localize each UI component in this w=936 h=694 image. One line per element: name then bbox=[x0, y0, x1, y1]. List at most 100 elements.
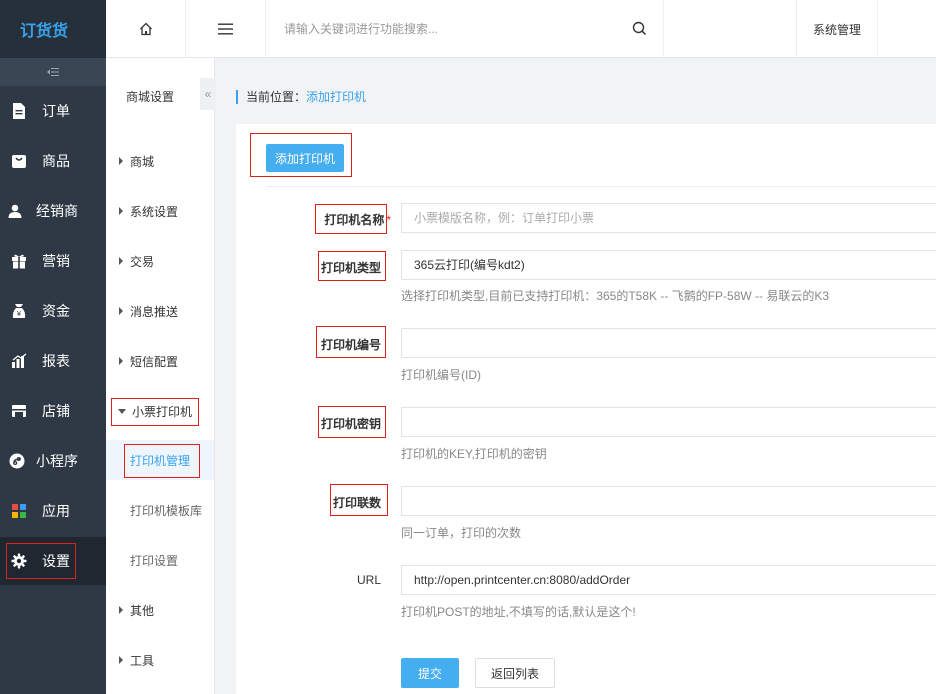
submenu-item-label: 商城 bbox=[130, 154, 155, 169]
required-mark: * bbox=[386, 213, 391, 227]
submenu-title: 商城设置 bbox=[126, 90, 175, 104]
breadcrumb-current[interactable]: 添加打印机 bbox=[306, 90, 366, 104]
printer-number-input[interactable] bbox=[401, 328, 936, 358]
submenu-item-sms[interactable]: 短信配置 bbox=[106, 346, 214, 376]
sidebar-item-distributors[interactable]: 经销商 bbox=[0, 187, 106, 235]
top-bar: 系统管理 bbox=[106, 0, 936, 58]
sidebar-item-store[interactable]: 店铺 bbox=[0, 387, 106, 435]
submenu-item-label: 消息推送 bbox=[130, 304, 179, 319]
form-panel: 添加打印机 打印机名称* 打印机类型 365云打印(编号kdt2) 选择打印机类… bbox=[236, 124, 936, 694]
system-management-button[interactable]: 系统管理 bbox=[796, 0, 878, 58]
sidebar-item-reports[interactable]: 报表 bbox=[0, 337, 106, 385]
submenu-item-label: 短信配置 bbox=[130, 354, 179, 369]
sidebar-item-label: 报表 bbox=[42, 353, 70, 369]
logo-area: 订货货 bbox=[0, 0, 106, 58]
printer-number-label: 打印机编号 bbox=[321, 338, 382, 352]
printer-key-label: 打印机密钥 bbox=[321, 417, 382, 431]
back-to-list-button[interactable]: 返回列表 bbox=[475, 658, 555, 688]
printer-name-label-text: 打印机名称 bbox=[324, 213, 385, 227]
bar-chart-icon bbox=[10, 352, 28, 370]
submenu-item-label: 工具 bbox=[130, 653, 155, 668]
highlight-box bbox=[6, 543, 76, 579]
sidebar-item-apps[interactable]: 应用 bbox=[0, 487, 106, 535]
sidebar-item-label: 商品 bbox=[42, 153, 70, 169]
double-chevron-left-icon: « bbox=[204, 87, 212, 101]
sidebar-item-label: 订单 bbox=[42, 103, 70, 119]
submenu-item-label: 系统设置 bbox=[130, 204, 179, 219]
main-sidebar: 订货货 订单 商品 经销商 营销 ¥ 资金 报表 店铺 小程序 应用 设置 bbox=[0, 0, 106, 694]
submenu-item-label: 其他 bbox=[130, 603, 155, 618]
submenu-item-trade[interactable]: 交易 bbox=[106, 246, 214, 276]
hamburger-icon bbox=[218, 23, 233, 35]
submenu-item-tools[interactable]: 工具 bbox=[106, 645, 214, 675]
printer-name-input[interactable] bbox=[401, 203, 936, 233]
sidebar-item-label: 经销商 bbox=[36, 203, 78, 219]
submenu-item-system-settings[interactable]: 系统设置 bbox=[106, 196, 214, 226]
submenu-item-mall[interactable]: 商城 bbox=[106, 146, 214, 176]
sidebar-item-miniprogram[interactable]: 小程序 bbox=[0, 437, 106, 485]
add-printer-button[interactable]: 添加打印机 bbox=[266, 144, 344, 172]
search-bar bbox=[266, 0, 664, 58]
submenu-subitem-template-library[interactable]: 打印机模板库 bbox=[106, 490, 214, 530]
sidebar-collapse-button[interactable] bbox=[0, 58, 106, 86]
caret-right-icon bbox=[119, 307, 123, 315]
search-icon[interactable] bbox=[632, 21, 647, 39]
submenu-subitem-label: 打印机模板库 bbox=[130, 503, 203, 518]
submit-button[interactable]: 提交 bbox=[401, 658, 459, 688]
svg-text:¥: ¥ bbox=[17, 310, 22, 318]
money-icon: ¥ bbox=[10, 302, 28, 320]
url-input[interactable] bbox=[401, 565, 936, 595]
caret-right-icon bbox=[119, 606, 123, 614]
bag-icon bbox=[10, 152, 28, 170]
menu-toggle-button[interactable] bbox=[186, 0, 266, 58]
collapse-icon bbox=[47, 68, 59, 76]
submenu-subitem-label: 打印机管理 bbox=[130, 453, 191, 468]
gift-icon bbox=[10, 252, 28, 270]
printer-type-select[interactable]: 365云打印(编号kdt2) bbox=[401, 250, 936, 280]
printer-name-label: 打印机名称 * bbox=[321, 211, 391, 228]
printer-key-hint: 打印机的KEY,打印机的密钥 bbox=[401, 447, 547, 461]
sidebar-item-funds[interactable]: ¥ 资金 bbox=[0, 287, 106, 335]
breadcrumb-prefix: 当前位置： bbox=[246, 90, 307, 104]
printer-type-hint: 选择打印机类型,目前已支持打印机：365的T58K -- 飞鹅的FP-58W -… bbox=[401, 289, 830, 303]
url-hint: 打印机POST的地址,不填写的话,默认是这个! bbox=[401, 605, 636, 619]
caret-down-icon bbox=[118, 408, 126, 414]
secondary-menu: 商城设置 « 商城 系统设置 交易 消息推送 短信配置 小票打印机 打印机管理 … bbox=[106, 58, 216, 694]
home-icon bbox=[139, 22, 152, 36]
user-icon bbox=[6, 202, 24, 220]
submenu-item-label: 小票打印机 bbox=[132, 404, 193, 419]
submenu-collapse-button[interactable]: « bbox=[200, 78, 216, 110]
print-copies-input[interactable] bbox=[401, 486, 936, 516]
caret-right-icon bbox=[119, 207, 123, 215]
divider bbox=[266, 186, 936, 187]
home-button[interactable] bbox=[106, 0, 186, 58]
document-icon bbox=[10, 102, 28, 120]
submenu-subitem-print-settings[interactable]: 打印设置 bbox=[106, 540, 214, 580]
caret-right-icon bbox=[119, 357, 123, 365]
store-icon bbox=[10, 402, 28, 420]
sidebar-item-label: 营销 bbox=[42, 253, 70, 269]
caret-right-icon bbox=[119, 656, 123, 664]
printer-key-input[interactable] bbox=[401, 407, 936, 437]
sidebar-item-products[interactable]: 商品 bbox=[0, 137, 106, 185]
submenu-item-receipt-printer[interactable]: 小票打印机 bbox=[106, 396, 214, 426]
submenu-item-other[interactable]: 其他 bbox=[106, 595, 214, 625]
sidebar-item-label: 店铺 bbox=[42, 403, 70, 419]
submenu-item-label: 交易 bbox=[130, 254, 155, 269]
submenu-subitem-label: 打印设置 bbox=[130, 553, 179, 568]
print-copies-label: 打印联数 bbox=[332, 496, 381, 510]
miniprogram-icon bbox=[8, 452, 26, 470]
search-input[interactable] bbox=[284, 18, 624, 40]
app-logo[interactable]: 订货货 bbox=[20, 17, 68, 41]
sidebar-item-label: 小程序 bbox=[36, 453, 78, 469]
sidebar-item-marketing[interactable]: 营销 bbox=[0, 237, 106, 285]
submenu-subitem-printer-management[interactable]: 打印机管理 bbox=[106, 440, 214, 480]
caret-right-icon bbox=[119, 257, 123, 265]
printer-number-hint: 打印机编号(ID) bbox=[401, 368, 481, 382]
print-copies-hint: 同一订单，打印的次数 bbox=[401, 526, 522, 540]
apps-icon bbox=[10, 502, 28, 520]
breadcrumb: 当前位置：添加打印机 bbox=[236, 90, 366, 104]
submenu-item-push[interactable]: 消息推送 bbox=[106, 296, 214, 326]
sidebar-item-orders[interactable]: 订单 bbox=[0, 87, 106, 135]
sidebar-item-settings[interactable]: 设置 bbox=[0, 537, 106, 585]
